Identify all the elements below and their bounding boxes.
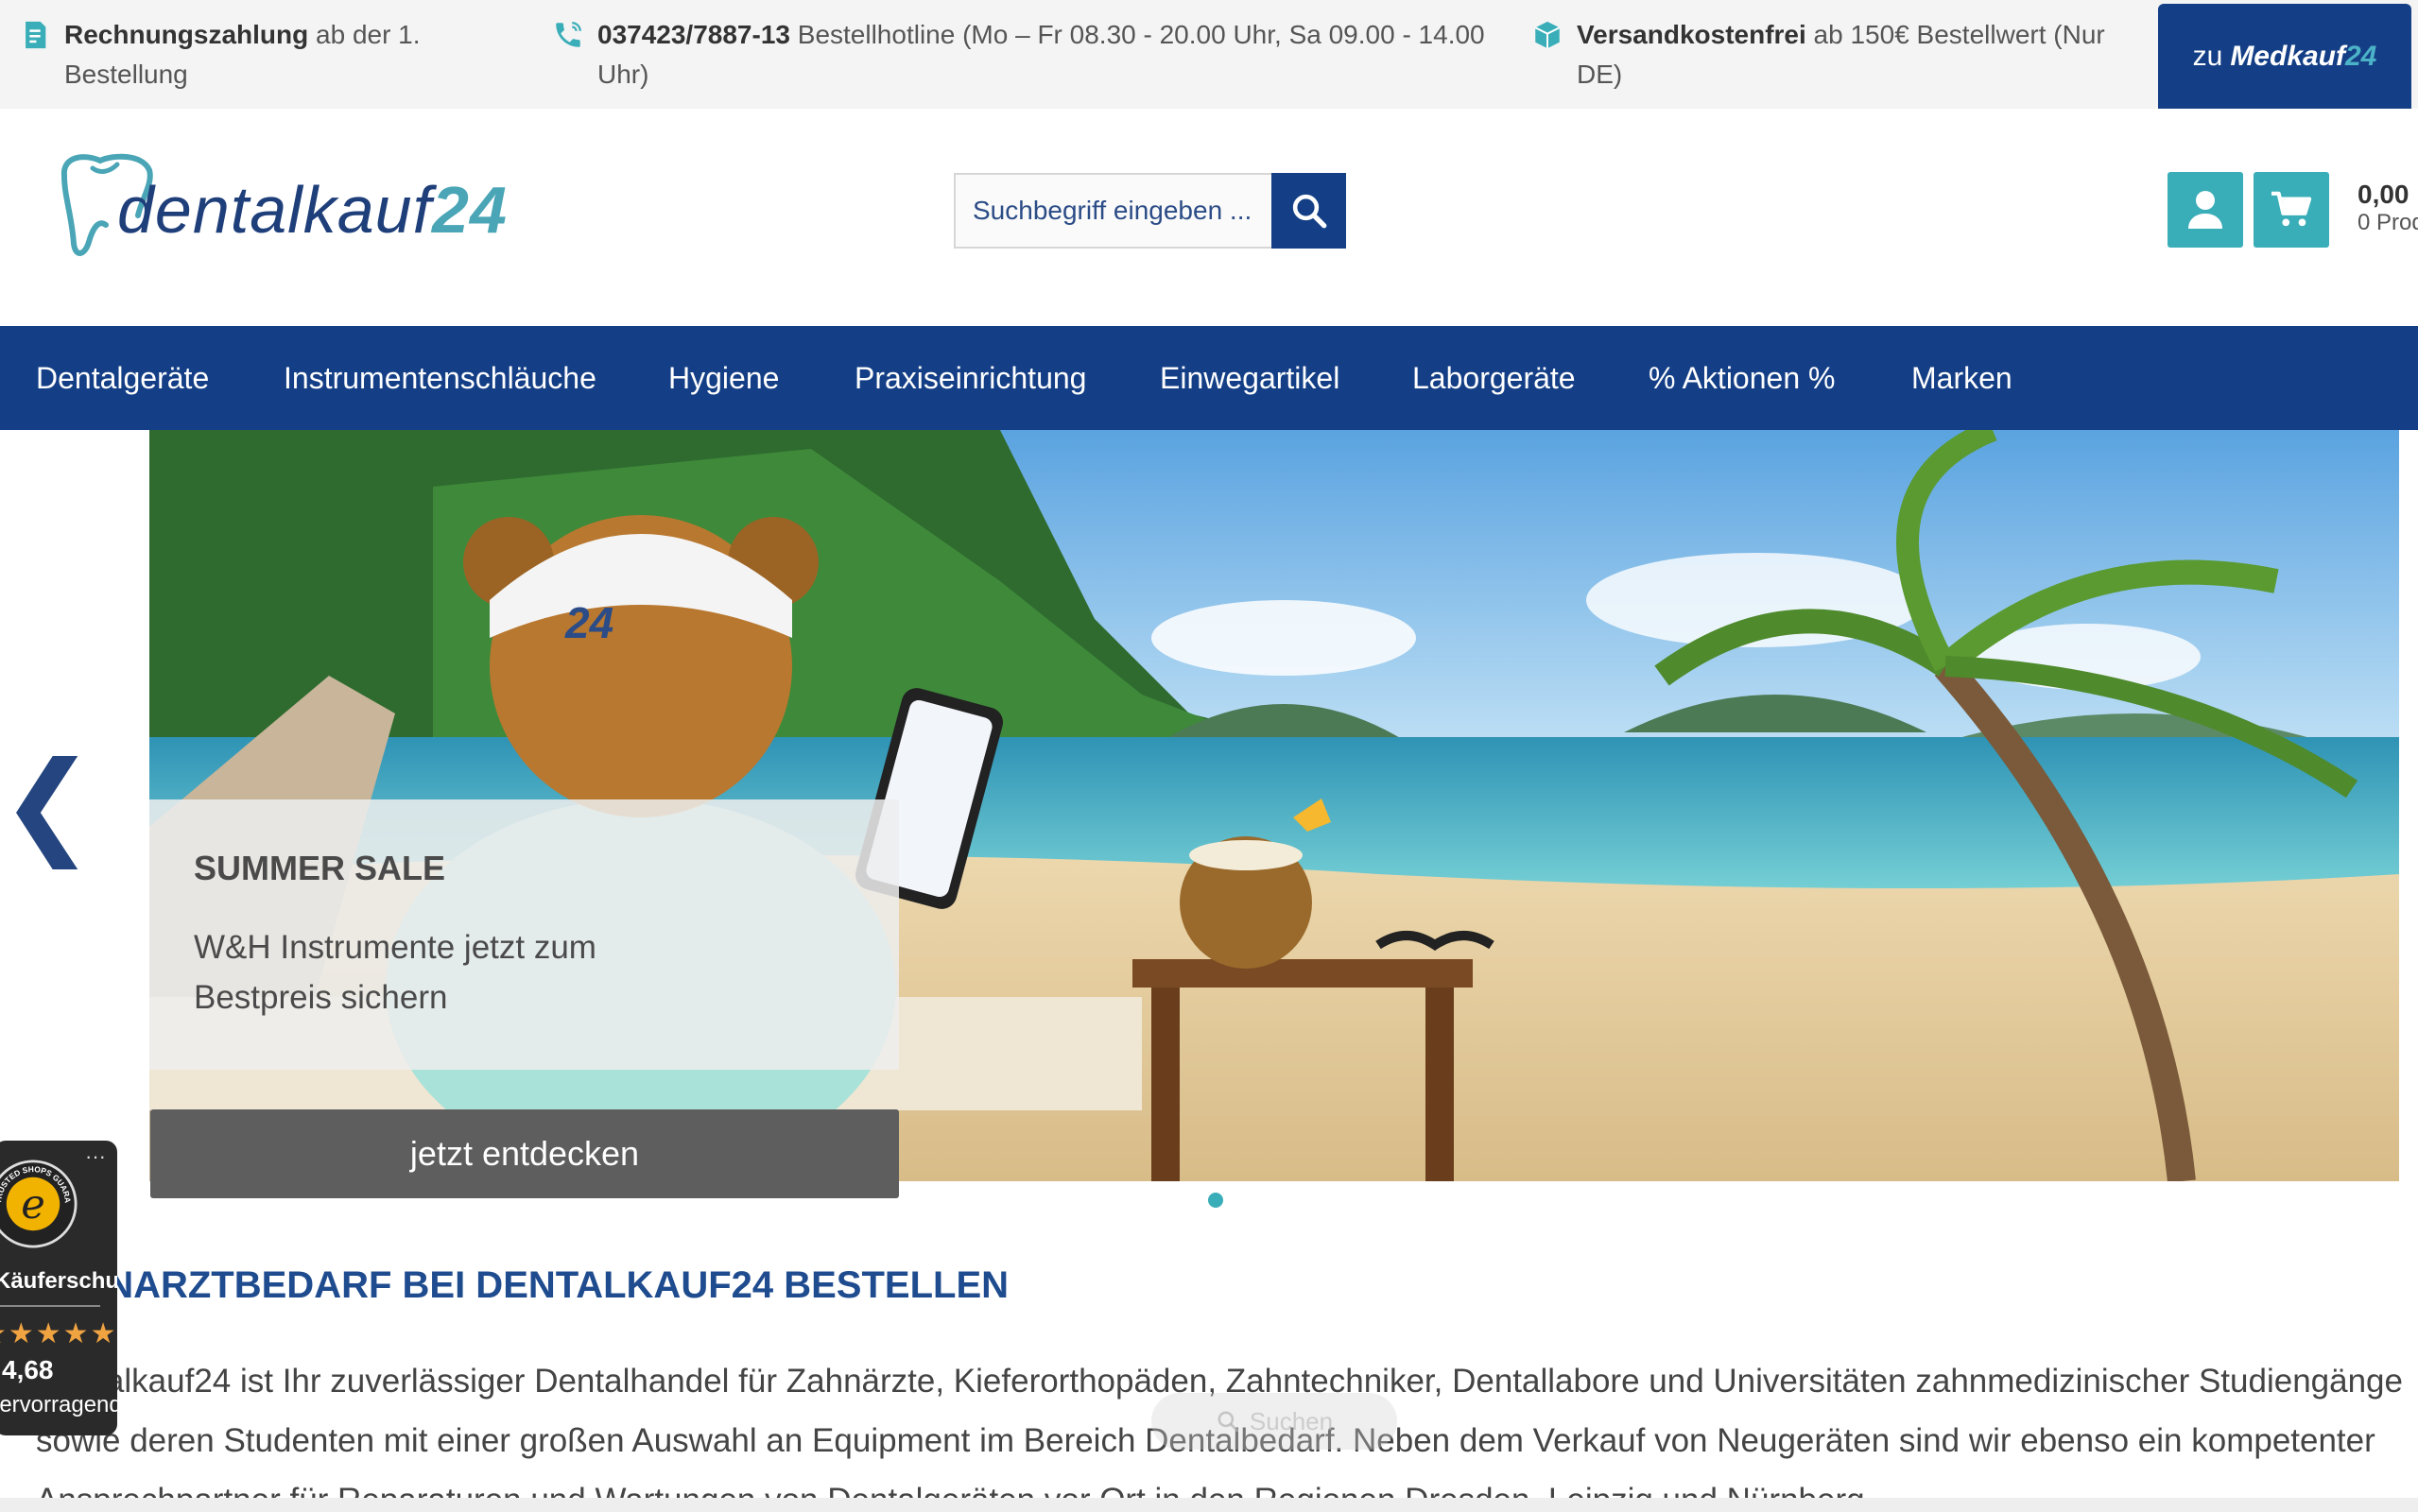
invoice-icon: [26, 21, 46, 49]
nav-item-dentalgeraete[interactable]: Dentalgeräte: [36, 326, 209, 430]
rating-stars: ★★★★★: [0, 1318, 117, 1349]
box-icon: [1534, 21, 1561, 49]
rating-score: 4,68: [2, 1355, 54, 1384]
search-button[interactable]: [1271, 173, 1346, 249]
badge-menu-icon[interactable]: ···: [85, 1144, 106, 1169]
top-info-bar: Rechnungszahlung ab der 1. Bestellung 03…: [0, 0, 2418, 109]
cart-count[interactable]: 0 Produkte: [2358, 210, 2418, 236]
nav-item-hygiene[interactable]: Hygiene: [668, 326, 779, 430]
hotline-number[interactable]: 037423/7887-13: [597, 20, 790, 49]
nav-item-marken[interactable]: Marken: [1911, 326, 2012, 430]
slider-prev-arrow[interactable]: ❮: [0, 747, 95, 860]
cart-icon: [2271, 191, 2312, 227]
discover-button[interactable]: jetzt entdecken: [150, 1109, 899, 1198]
logo-num: 24: [432, 173, 508, 247]
cart-button[interactable]: [2254, 172, 2329, 248]
medkauf-brand: Medkauf: [2230, 40, 2345, 72]
phone-icon: [556, 22, 581, 47]
cart-total[interactable]: 0,00: [2358, 180, 2409, 210]
hero-title: SUMMER SALE: [194, 849, 446, 887]
medkauf-button[interactable]: zu Medkauf24: [2158, 4, 2411, 109]
invoice-bold: Rechnungszahlung: [64, 20, 309, 49]
buyer-protection-label: Käuferschutz: [0, 1268, 117, 1294]
account-button[interactable]: [2168, 172, 2243, 248]
nav-item-einwegartikel[interactable]: Einwegartikel: [1160, 326, 1339, 430]
logo-word: dentalkauf: [117, 173, 433, 247]
user-icon: [2188, 191, 2222, 229]
dentalkauf24-logo[interactable]: dentalkauf24: [55, 149, 509, 263]
main-navigation: Dentalgeräte Instrumentenschläuche Hygie…: [0, 326, 2418, 430]
hero-text: W&H Instrumente jetzt zum Bestpreis sich…: [194, 929, 596, 1016]
nav-item-laborgeraete[interactable]: Laborgeräte: [1412, 326, 1576, 430]
badge-divider: [0, 1305, 100, 1307]
trusted-shops-seal-icon: e TRUSTED SHOPS GUARANTEE: [0, 1160, 78, 1248]
nav-item-aktionen[interactable]: % Aktionen %: [1649, 326, 1835, 430]
shipping-bold: Versandkostenfrei: [1577, 20, 1806, 49]
slider-dot-active[interactable]: [1208, 1193, 1223, 1208]
page-bottom-edge: [0, 1498, 2418, 1512]
floating-search-label: Suchen: [1249, 1406, 1334, 1435]
svg-text:e: e: [21, 1181, 45, 1228]
cap-logo-text: 24: [564, 598, 613, 647]
trusted-shops-badge[interactable]: ··· e TRUSTED SHOPS GUARANTEE Käuferschu…: [0, 1141, 117, 1435]
search-bar: [954, 173, 1346, 249]
nav-item-instrumentenschlaeuche[interactable]: Instrumentenschläuche: [284, 326, 596, 430]
floating-search-button[interactable]: Suchen: [1151, 1393, 1397, 1450]
nav-item-praxiseinrichtung[interactable]: Praxiseinrichtung: [855, 326, 1086, 430]
search-icon: [1292, 194, 1326, 229]
search-icon: [1218, 1411, 1239, 1433]
page-heading: ZAHNARZTBEDARF BEI DENTALKAUF24 BESTELLE…: [28, 1264, 1010, 1306]
hero-caption-box: SUMMER SALE W&H Instrumente jetzt zum Be…: [149, 799, 899, 1070]
medkauf-num: 24: [2345, 40, 2377, 72]
medkauf-prefix: zu: [2192, 40, 2223, 72]
search-input[interactable]: [954, 173, 1271, 249]
rating-grade: Hervorragend: [0, 1392, 117, 1418]
